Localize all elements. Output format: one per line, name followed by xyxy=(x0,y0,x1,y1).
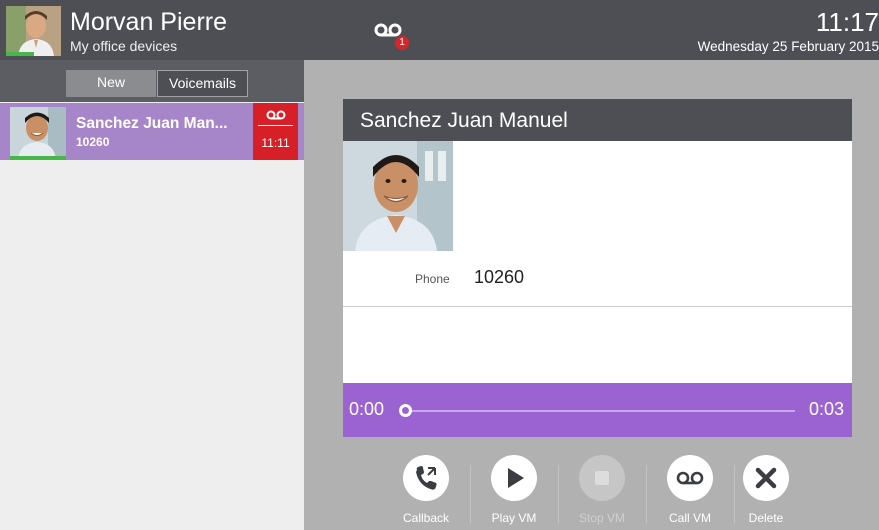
action-divider xyxy=(558,465,559,523)
contact-photo-image xyxy=(343,141,453,251)
delete-button[interactable]: Delete xyxy=(726,455,806,530)
contact-name: Sanchez Juan Manuel xyxy=(360,109,568,132)
list-item[interactable]: Sanchez Juan Man... 10260 11:11 xyxy=(0,103,304,160)
card-header: Sanchez Juan Manuel xyxy=(343,99,852,141)
action-divider xyxy=(646,465,647,523)
list-item-name: Sanchez Juan Man... xyxy=(76,115,228,132)
callback-button[interactable]: Callback xyxy=(386,455,466,530)
play-vm-button[interactable]: Play VM xyxy=(474,455,554,530)
voicemail-count-badge: 1 xyxy=(395,36,409,50)
elapsed-time: 0:00 xyxy=(349,399,385,419)
play-icon xyxy=(508,468,524,488)
filter-tabs: New Voicemails xyxy=(0,60,304,102)
delete-button-circle xyxy=(743,455,789,501)
stop-vm-button-circle xyxy=(579,455,625,501)
top-bar: Morvan Pierre My office devices 1 11:17 … xyxy=(0,0,879,60)
voicemail-icon xyxy=(676,471,704,485)
card-divider xyxy=(343,306,852,307)
call-vm-button-circle xyxy=(667,455,713,501)
date: Wednesday 25 February 2015 xyxy=(697,39,879,54)
voicemail-icon xyxy=(266,110,286,120)
action-divider xyxy=(470,465,471,523)
stop-vm-button[interactable]: Stop VM xyxy=(562,455,642,530)
phone-number[interactable]: 10260 xyxy=(474,267,524,288)
callback-icon xyxy=(416,466,437,490)
unread-voicemail-badge: 11:11 xyxy=(253,103,298,160)
presence-indicator xyxy=(6,52,34,56)
list-item-time: 11:11 xyxy=(261,136,290,150)
user-subtitle[interactable]: My office devices xyxy=(70,38,177,54)
tab-new[interactable]: New xyxy=(66,70,156,97)
voicemail-detail-panel: Sanchez Juan Manuel Phone 10260 0:00 0:0… xyxy=(304,60,879,530)
stop-icon xyxy=(595,471,609,485)
user-avatar[interactable] xyxy=(6,6,61,56)
phone-label: Phone xyxy=(415,272,450,286)
close-icon xyxy=(755,467,777,489)
tab-voicemails[interactable]: Voicemails xyxy=(157,70,248,97)
call-vm-label: Call VM xyxy=(668,511,711,525)
call-vm-button[interactable]: Call VM xyxy=(650,455,730,530)
delete-label: Delete xyxy=(748,511,784,525)
play-vm-button-circle xyxy=(491,455,537,501)
stop-vm-label: Stop VM xyxy=(578,511,626,525)
contact-photo xyxy=(343,141,453,251)
playback-slider-handle[interactable] xyxy=(399,404,412,417)
user-avatar-image xyxy=(6,6,61,56)
callback-button-circle xyxy=(403,455,449,501)
list-item-number: 10260 xyxy=(76,135,110,149)
play-vm-label: Play VM xyxy=(491,511,537,525)
voicemail-player: 0:00 0:03 xyxy=(343,383,852,437)
contact-avatar xyxy=(10,107,66,159)
clock: 11:17 xyxy=(815,7,879,37)
badge-divider xyxy=(258,125,293,126)
action-bar: Callback Play VM Stop VM Call VM Delete xyxy=(386,455,806,530)
total-time: 0:03 xyxy=(808,399,844,419)
user-name[interactable]: Morvan Pierre xyxy=(70,8,227,36)
voicemail-indicator[interactable]: 1 xyxy=(374,22,409,54)
callback-label: Callback xyxy=(402,511,450,525)
contact-photo-image xyxy=(10,107,66,159)
presence-indicator xyxy=(10,156,66,160)
voicemail-list-panel: New Voicemails Sanchez Juan Man... 10260 xyxy=(0,60,304,530)
contact-card: Sanchez Juan Manuel Phone 10260 0:00 0:0… xyxy=(343,99,852,437)
playback-track[interactable] xyxy=(405,410,795,412)
